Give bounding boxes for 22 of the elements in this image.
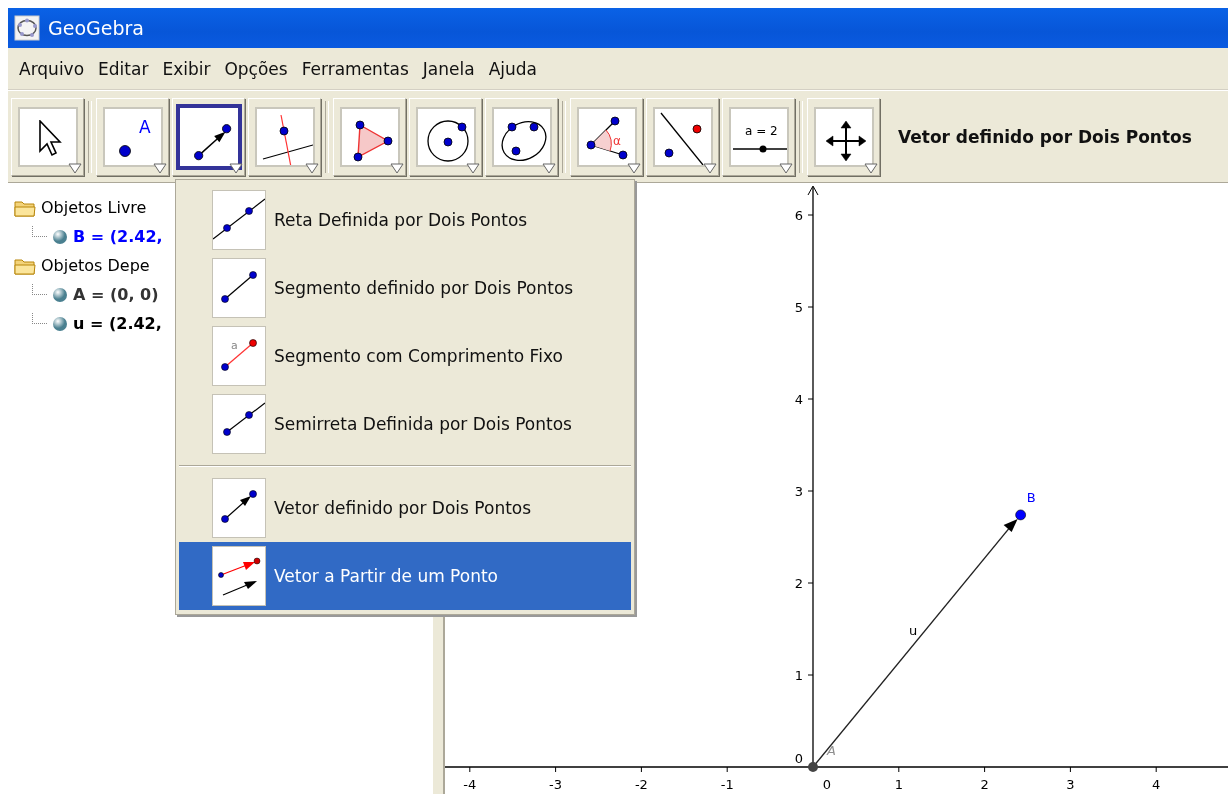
axis-tick-label: -1 [720,777,734,792]
tool-icon: a [212,326,266,386]
window-title: GeoGebra [48,17,144,39]
vector-label: u [909,623,918,638]
axis-tick-label: 0 [822,777,832,792]
axis-tick-label: 2 [794,576,803,591]
point-label: B [1026,489,1036,505]
axis-tick-label: -2 [634,777,648,792]
axis-tick-label: 3 [1066,777,1075,792]
point-label: A [827,743,836,758]
axis-tick-label: 5 [794,300,803,315]
axis-tick-label: 3 [794,484,803,499]
axis-tick-label: 4 [794,392,803,407]
axis-tick-label: 6 [794,208,803,223]
axis-tick-label: 0 [794,751,803,766]
axis-tick-label: 1 [894,777,903,792]
axis-tick-label: 4 [1152,777,1161,792]
tool-name: Vetor definido por Dois Pontos [898,126,1192,147]
axis-tick-label: 2 [980,777,989,792]
axis-tick-label: 1 [794,668,803,683]
axis-tick-label: -3 [549,777,563,792]
axis-tick-label: -4 [463,777,477,792]
